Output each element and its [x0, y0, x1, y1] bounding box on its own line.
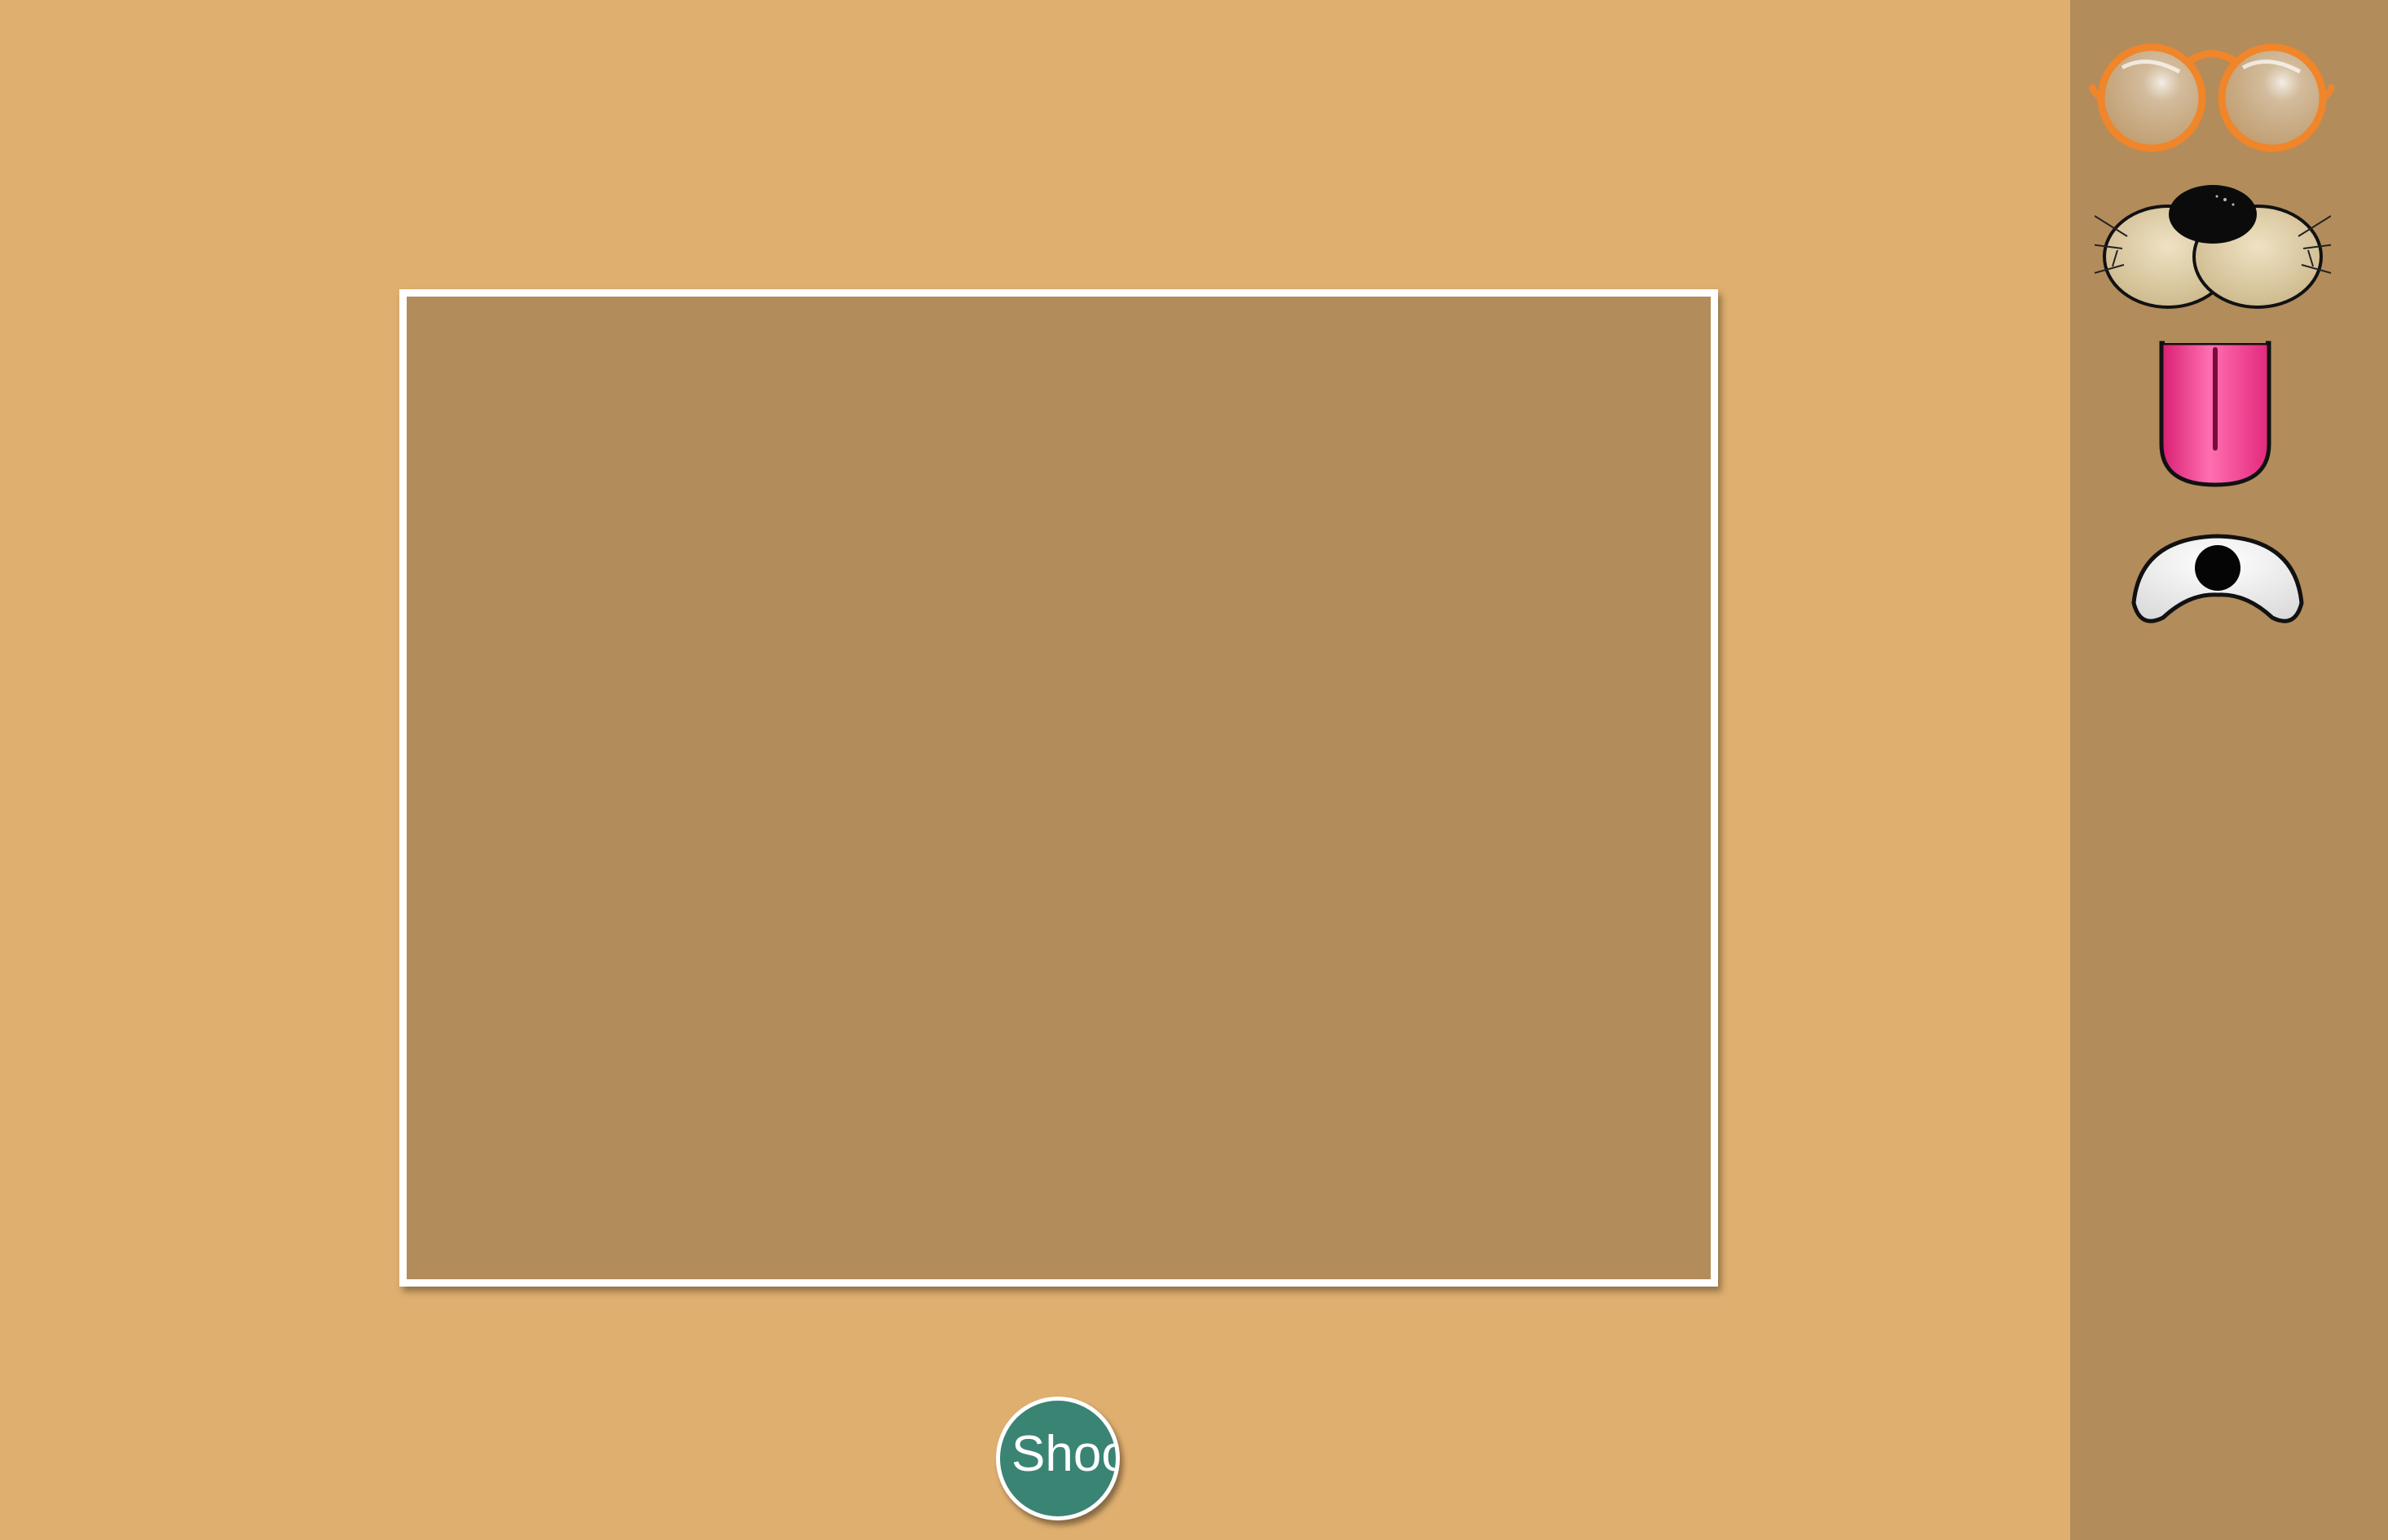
camera-viewfinder [399, 289, 1718, 1287]
shoot-button-label: Shoo [1011, 1426, 1120, 1482]
orange-round-glasses-icon[interactable] [2090, 39, 2334, 161]
shoot-button[interactable]: Shoo [996, 1397, 1120, 1520]
cartoon-eye-icon[interactable] [2124, 521, 2311, 636]
camera-stage: Shoo [0, 0, 2070, 1540]
dog-muzzle-nose-icon[interactable] [2095, 175, 2331, 318]
sticker-sidebar [2070, 0, 2388, 1540]
pink-tongue-icon[interactable] [2150, 330, 2280, 493]
